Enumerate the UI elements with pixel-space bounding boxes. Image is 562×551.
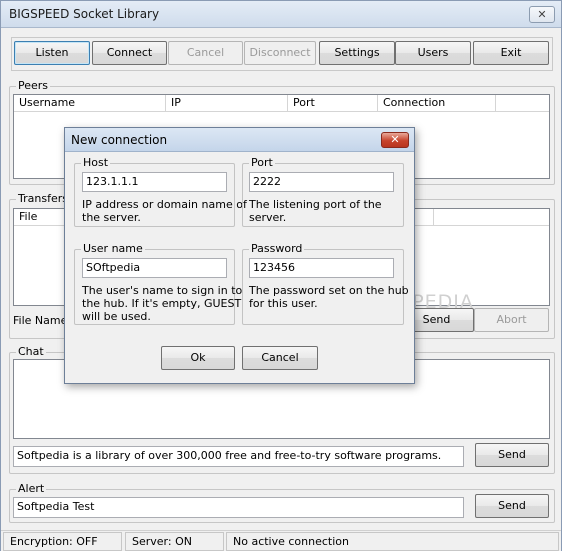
encryption-status: Encryption: OFF (3, 532, 122, 551)
new-connection-dialog: New connection ✕ Host 123.1.1.1 IP addre… (64, 127, 415, 384)
title-bar[interactable]: BIGSPEED Socket Library ✕ (1, 1, 561, 28)
username-label: User name (81, 242, 145, 255)
column-username[interactable]: Username (14, 95, 166, 112)
host-hint-line-1: IP address or domain name of (82, 198, 247, 211)
password-label: Password (249, 242, 305, 255)
chat-send-button[interactable]: Send (475, 443, 549, 467)
dialog-cancel-button[interactable]: Cancel (242, 346, 318, 370)
exit-button[interactable]: Exit (473, 41, 549, 65)
file-name-label: File Name: (13, 314, 72, 327)
username-hint-line-1: The user's name to sign in to (82, 284, 243, 297)
column-ip[interactable]: IP (166, 95, 288, 112)
port-hint-line-1: The listening port of the (249, 198, 382, 211)
disconnect-button[interactable]: Disconnect (244, 41, 316, 65)
ok-button[interactable]: Ok (161, 346, 235, 370)
settings-button[interactable]: Settings (319, 41, 395, 65)
chat-message-input[interactable]: Softpedia is a library of over 300,000 f… (13, 446, 464, 467)
password-input[interactable]: 123456 (249, 258, 394, 278)
password-hint-line-2: for this user. (249, 297, 318, 310)
transfers-label: Transfers (16, 192, 70, 205)
username-input[interactable]: SOftpedia (82, 258, 227, 278)
connect-button[interactable]: Connect (92, 41, 167, 65)
alert-input[interactable]: Softpedia Test (13, 497, 464, 518)
abort-button[interactable]: Abort (474, 308, 549, 332)
username-hint-line-3: will be used. (82, 310, 151, 323)
peers-header: Username IP Port Connection (14, 95, 549, 112)
alert-send-button[interactable]: Send (475, 494, 549, 518)
dialog-close-icon[interactable]: ✕ (381, 132, 409, 148)
chat-label: Chat (16, 345, 46, 358)
listen-button[interactable]: Listen (14, 41, 90, 65)
host-label: Host (81, 156, 111, 169)
peers-label: Peers (16, 79, 51, 92)
dialog-title: New connection (71, 133, 168, 147)
port-input[interactable]: 2222 (249, 172, 394, 192)
window-title: BIGSPEED Socket Library (9, 7, 160, 21)
status-bar: Encryption: OFF Server: ON No active con… (1, 530, 561, 551)
host-input[interactable]: 123.1.1.1 (82, 172, 227, 192)
connection-status: No active connection (226, 532, 559, 551)
cancel-button[interactable]: Cancel (168, 41, 243, 65)
port-label: Port (249, 156, 275, 169)
port-hint-line-2: server. (249, 211, 287, 224)
dialog-title-bar[interactable]: New connection ✕ (65, 128, 414, 152)
password-hint-line-1: The password set on the hub (249, 284, 409, 297)
server-status: Server: ON (125, 532, 224, 551)
column-port[interactable]: Port (288, 95, 378, 112)
alert-label: Alert (16, 482, 47, 495)
users-button[interactable]: Users (395, 41, 471, 65)
column-connection[interactable]: Connection (378, 95, 496, 112)
close-icon[interactable]: ✕ (529, 6, 555, 23)
username-hint-line-2: the hub. If it's empty, GUEST (82, 297, 242, 310)
host-hint-line-2: the server. (82, 211, 141, 224)
